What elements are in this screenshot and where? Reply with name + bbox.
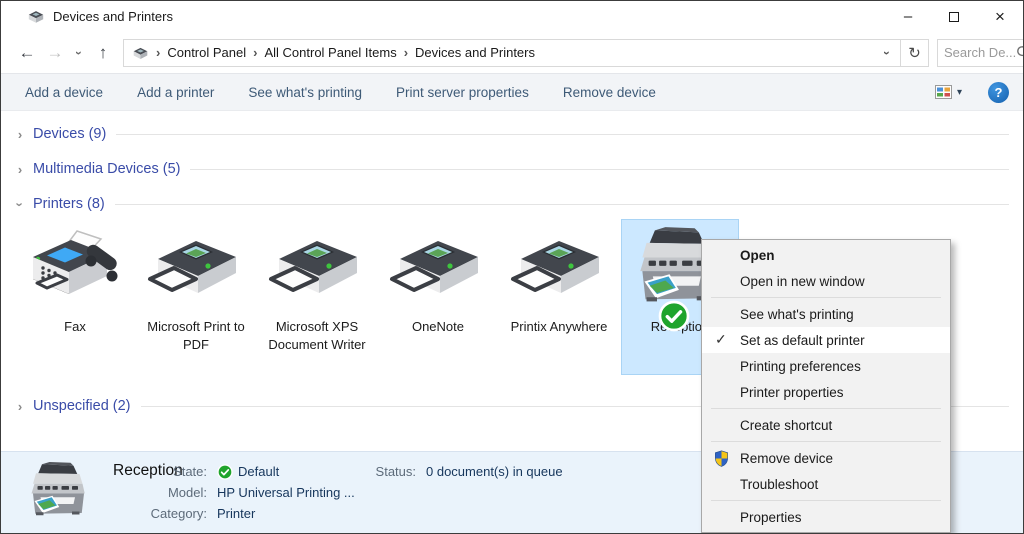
see-whats-printing-button[interactable]: See what's printing <box>248 85 362 100</box>
checkmark-icon: ✓ <box>715 331 727 348</box>
uac-shield-icon <box>713 450 730 467</box>
printer-tile-microsoft-xps-document-writer[interactable]: Microsoft XPS Document Writer <box>259 220 375 374</box>
group-header-multimedia[interactable]: › Multimedia Devices (5) <box>1 159 1009 179</box>
group-header-printers[interactable]: › Printers (8) <box>1 194 1009 214</box>
printer-label: OneNote <box>382 318 494 336</box>
fax-icon <box>25 227 125 311</box>
menu-separator <box>711 441 941 442</box>
printer-label: Microsoft Print to PDF <box>140 318 252 354</box>
search-icon <box>1016 45 1024 60</box>
category-label: Category: <box>111 503 207 524</box>
up-button[interactable]: ↑ <box>89 43 117 63</box>
printer-tile-onenote[interactable]: OneNote <box>380 220 496 374</box>
printer-icon <box>388 229 488 309</box>
category-value: Printer <box>217 503 255 524</box>
remove-device-button[interactable]: Remove device <box>563 85 656 100</box>
toolbar-right: ▾ ? <box>935 82 1009 103</box>
breadcrumb-control-panel[interactable]: Control Panel <box>167 45 246 60</box>
printer-app-icon <box>27 9 45 24</box>
add-device-button[interactable]: Add a device <box>25 85 103 100</box>
refresh-button[interactable]: ↻ <box>901 39 929 67</box>
menu-item-properties[interactable]: Properties <box>702 504 950 530</box>
address-bar[interactable]: › Control Panel › All Control Panel Item… <box>123 39 901 67</box>
default-check-icon <box>217 464 233 480</box>
status-value: 0 document(s) in queue <box>426 461 563 482</box>
close-button[interactable]: × <box>977 1 1023 32</box>
window-title: Devices and Printers <box>53 9 173 24</box>
breadcrumb-devices-and-printers[interactable]: Devices and Printers <box>415 45 535 60</box>
minimize-button[interactable]: – <box>885 1 931 32</box>
chevron-right-icon[interactable]: › <box>13 162 27 177</box>
breadcrumb-printer-icon <box>132 46 149 60</box>
add-printer-button[interactable]: Add a printer <box>137 85 214 100</box>
search-box[interactable] <box>937 39 1024 67</box>
breadcrumb-separator-icon: › <box>253 45 257 60</box>
printer-label: Printix Anywhere <box>503 318 615 336</box>
state-label: State: <box>111 461 207 482</box>
change-view-button[interactable]: ▾ <box>935 85 962 99</box>
group-label-multimedia[interactable]: Multimedia Devices (5) <box>33 161 180 177</box>
maximize-button[interactable] <box>931 1 977 32</box>
printer-icon <box>509 229 609 309</box>
printer-tiles: Fax Microsoft Print to PDF Microsoft XPS… <box>17 220 743 374</box>
menu-separator <box>711 408 941 409</box>
search-input[interactable] <box>944 45 1016 60</box>
menu-item-remove-device[interactable]: Remove device <box>702 445 950 471</box>
menu-item-set-as-default-printer[interactable]: ✓ Set as default printer <box>702 327 950 353</box>
view-grid-icon <box>935 85 952 99</box>
printer-tile-microsoft-print-to-pdf[interactable]: Microsoft Print to PDF <box>138 220 254 374</box>
details-column-1: State: Default Model: HP Universal Print… <box>111 461 355 524</box>
group-rule <box>116 134 1009 135</box>
menu-item-open[interactable]: Open <box>702 242 950 268</box>
devices-and-printers-window: Devices and Printers – × ← → › ↑ › Contr… <box>0 0 1024 534</box>
printer-tile-fax[interactable]: Fax <box>17 220 133 374</box>
back-button[interactable]: ← <box>13 43 41 63</box>
printer-tile-printix-anywhere[interactable]: Printix Anywhere <box>501 220 617 374</box>
breadcrumb-separator-icon: › <box>404 45 408 60</box>
selected-printer-thumbnail-icon <box>27 460 93 524</box>
menu-separator <box>711 297 941 298</box>
menu-item-printing-preferences[interactable]: Printing preferences <box>702 353 950 379</box>
history-dropdown-icon[interactable]: › <box>69 46 89 60</box>
chevron-down-icon[interactable]: › <box>13 197 28 211</box>
maximize-icon <box>949 12 959 22</box>
model-value: HP Universal Printing ... <box>217 482 355 503</box>
menu-item-printer-properties[interactable]: Printer properties <box>702 379 950 405</box>
printer-label: Microsoft XPS Document Writer <box>261 318 373 354</box>
printer-icon <box>146 229 246 309</box>
title-bar: Devices and Printers – × <box>1 1 1023 32</box>
group-label-devices[interactable]: Devices (9) <box>33 126 106 142</box>
breadcrumb-all-control-panel-items[interactable]: All Control Panel Items <box>264 45 396 60</box>
default-printer-check-icon <box>658 300 690 332</box>
group-rule <box>190 169 1009 170</box>
status-label: Status: <box>356 461 416 482</box>
printer-icon <box>267 229 367 309</box>
chevron-right-icon[interactable]: › <box>13 127 27 142</box>
group-label-printers[interactable]: Printers (8) <box>33 196 105 212</box>
view-dropdown-icon[interactable]: ▾ <box>957 87 962 98</box>
address-dropdown-icon[interactable]: › <box>874 46 900 60</box>
help-button[interactable]: ? <box>988 82 1009 103</box>
chevron-right-icon[interactable]: › <box>13 399 27 414</box>
menu-item-open-in-new-window[interactable]: Open in new window <box>702 268 950 294</box>
window-controls: – × <box>885 1 1023 32</box>
menu-item-see-whats-printing[interactable]: See what's printing <box>702 301 950 327</box>
menu-item-create-shortcut[interactable]: Create shortcut <box>702 412 950 438</box>
group-header-devices[interactable]: › Devices (9) <box>1 124 1009 144</box>
menu-separator <box>711 500 941 501</box>
printer-label: Fax <box>19 318 131 336</box>
print-server-properties-button[interactable]: Print server properties <box>396 85 529 100</box>
model-label: Model: <box>111 482 207 503</box>
details-column-2: Status: 0 document(s) in queue <box>356 461 563 482</box>
group-label-unspecified[interactable]: Unspecified (2) <box>33 398 131 414</box>
group-rule <box>115 204 1009 205</box>
state-value: Default <box>217 461 279 482</box>
context-menu: Open Open in new window See what's print… <box>701 239 951 533</box>
command-toolbar: Add a device Add a printer See what's pr… <box>1 73 1023 111</box>
menu-item-troubleshoot[interactable]: Troubleshoot <box>702 471 950 497</box>
forward-button[interactable]: → <box>41 43 69 63</box>
breadcrumb-separator-icon: › <box>156 45 160 60</box>
navigation-bar: ← → › ↑ › Control Panel › All Control Pa… <box>1 32 1023 73</box>
